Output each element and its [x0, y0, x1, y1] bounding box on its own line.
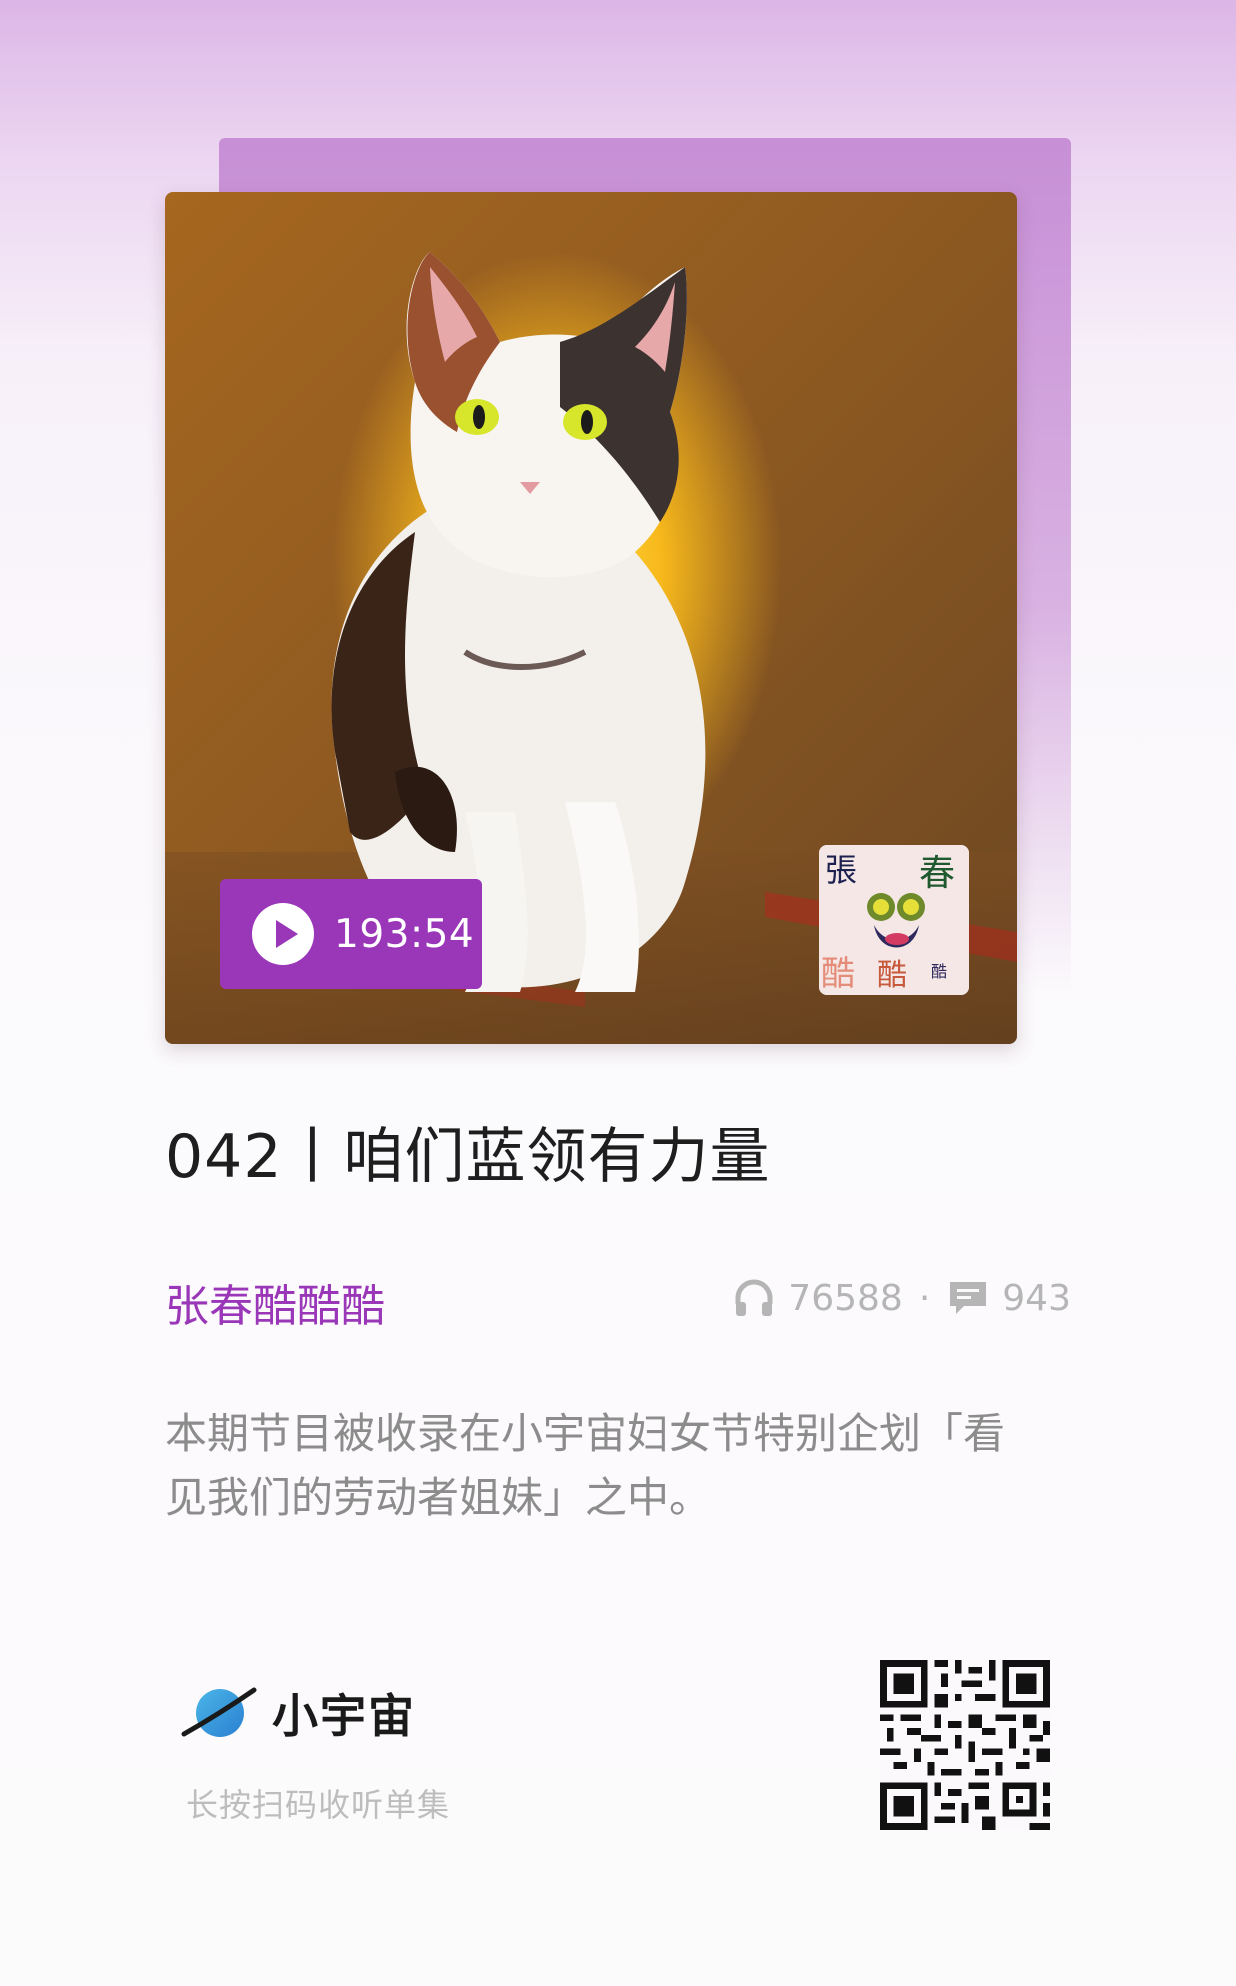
episode-description: 本期节目被收录在小宇宙妇女节特别企划「看见我们的劳动者姐妹」之中。: [165, 1409, 1006, 1522]
podcast-logo-stamp: 張 春 酷 酷 酷: [819, 845, 969, 995]
headphones-icon: [732, 1276, 776, 1320]
stats-separator: ·: [918, 1277, 931, 1319]
podcast-logo-art: 張 春 酷 酷 酷: [819, 845, 969, 995]
play-duration-button[interactable]: 193:54: [220, 879, 482, 989]
svg-text:酷: 酷: [821, 954, 855, 994]
episode-stats: 76588 · 943: [732, 1276, 1071, 1320]
play-icon: [252, 903, 314, 965]
podcast-author-link[interactable]: 张春酷酷酷: [165, 1270, 385, 1334]
comment-count: 943: [1002, 1277, 1071, 1319]
episode-duration: 193:54: [334, 911, 475, 957]
play-count: 76588: [788, 1277, 903, 1319]
comment-icon: [946, 1276, 990, 1320]
svg-text:酷: 酷: [877, 958, 907, 993]
qr-code-icon[interactable]: [880, 1660, 1050, 1830]
episode-cover[interactable]: 193:54 張 春 酷 酷 酷: [165, 192, 1017, 1044]
planet-logo-icon: [181, 1687, 257, 1737]
svg-text:張: 張: [825, 851, 857, 889]
brand-name: 小宇宙: [272, 1689, 416, 1743]
svg-text:春: 春: [919, 853, 955, 894]
svg-text:酷: 酷: [931, 962, 947, 981]
scan-hint-text: 长按扫码收听单集: [186, 1786, 451, 1824]
episode-title: 042丨咱们蓝领有力量: [165, 1122, 771, 1192]
brand-logo: 小宇宙: [178, 1678, 416, 1748]
